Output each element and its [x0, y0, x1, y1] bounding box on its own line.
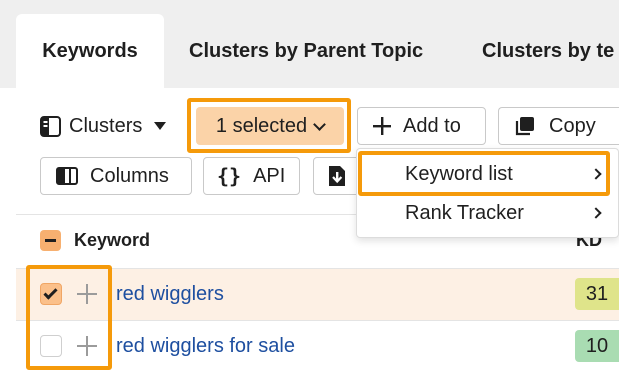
minus-icon [45, 239, 56, 242]
clusters-label: Clusters [69, 114, 143, 137]
selected-count-button[interactable]: 1 selected [196, 107, 344, 145]
add-to-label: Add to [403, 114, 461, 137]
plus-icon [373, 117, 391, 135]
export-button[interactable] [313, 157, 361, 195]
sidebar-panel-icon [40, 115, 61, 137]
chevron-right-icon [590, 207, 602, 219]
tab-clusters-by-parent-topic[interactable]: Clusters by Parent Topic [189, 14, 423, 88]
keyword-link[interactable]: red wigglers [116, 283, 224, 306]
caret-down-icon [154, 122, 167, 130]
highlight-outline-row-selectors [26, 265, 112, 370]
columns-button[interactable]: Columns [40, 157, 192, 195]
add-to-button[interactable]: Add to [357, 107, 486, 145]
api-button[interactable]: {} API [203, 157, 300, 195]
tab-clusters-by-terms[interactable]: Clusters by te [482, 14, 614, 88]
chevron-down-icon [313, 117, 326, 131]
column-header-keyword[interactable]: Keyword [74, 230, 150, 251]
export-file-icon [328, 165, 346, 187]
kd-badge: 31 [575, 278, 619, 310]
api-label: API [253, 164, 286, 187]
menu-item-rank-tracker[interactable]: Rank Tracker [365, 195, 612, 231]
copy-button[interactable]: Copy [498, 107, 619, 145]
tab-keywords[interactable]: Keywords [16, 14, 164, 88]
copy-label: Copy [549, 114, 596, 137]
highlight-outline-keyword-list [358, 151, 610, 196]
braces-icon: {} [217, 164, 242, 188]
kd-badge: 10 [575, 330, 619, 362]
copy-icon [515, 116, 535, 136]
selected-count-label: 1 selected [215, 114, 308, 137]
tab-bar: Keywords Clusters by Parent Topic Cluste… [0, 0, 619, 88]
keyword-link[interactable]: red wigglers for sale [116, 335, 295, 358]
columns-label: Columns [90, 164, 169, 187]
menu-item-label: Rank Tracker [405, 201, 524, 224]
select-all-checkbox[interactable] [40, 230, 61, 251]
columns-icon [56, 167, 78, 185]
clusters-toggle[interactable]: Clusters [40, 110, 167, 142]
